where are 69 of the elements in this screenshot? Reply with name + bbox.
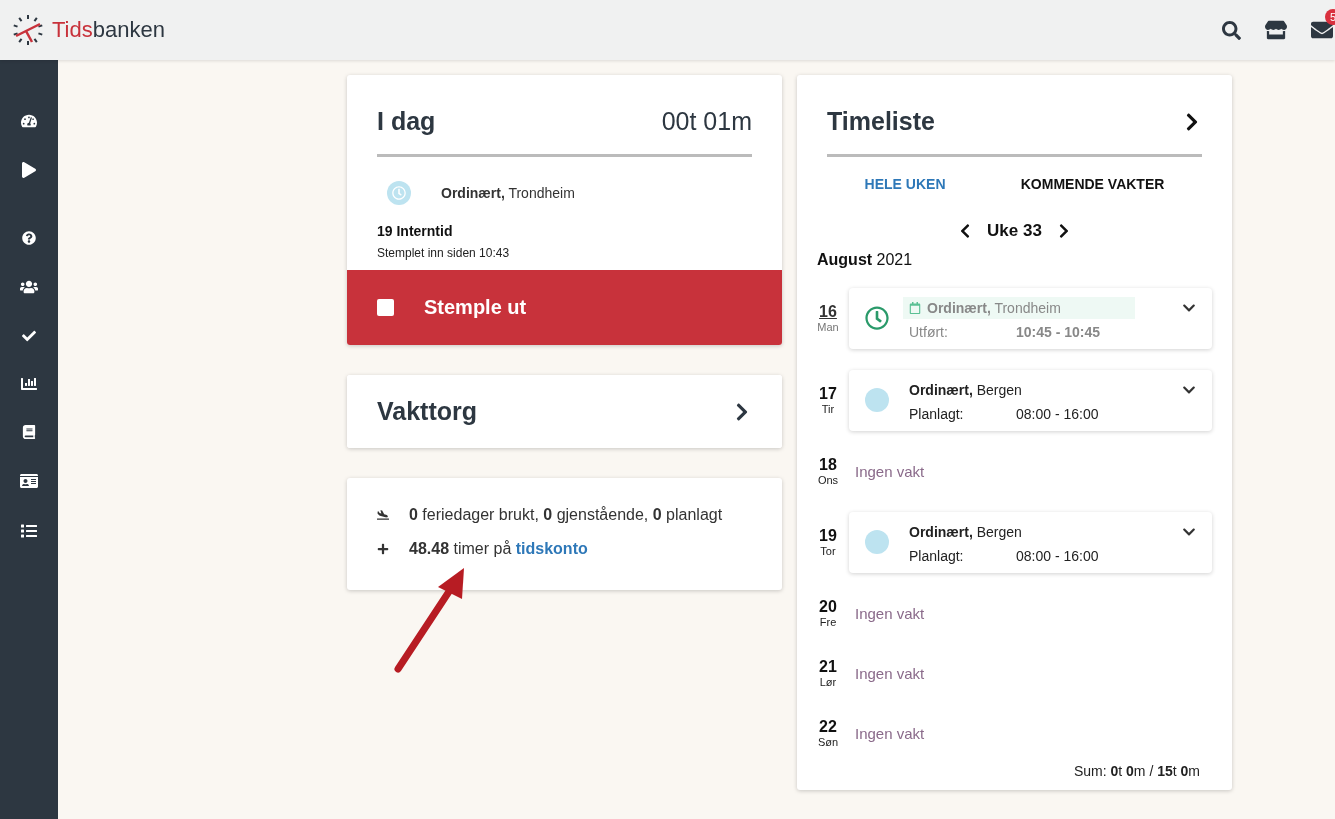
weekday: Søn — [817, 736, 839, 748]
shift-label: Utført: — [909, 323, 949, 340]
shift-label: Planlagt: — [909, 547, 965, 564]
bar-chart-icon[interactable] — [21, 376, 37, 392]
no-shift-text: Ingen vakt — [854, 724, 925, 742]
search-icon[interactable] — [1222, 20, 1241, 40]
status-circle-icon — [387, 181, 411, 205]
day-number: 22 — [819, 718, 837, 736]
mail-icon[interactable] — [1311, 19, 1333, 41]
month-label: August 2021 — [817, 251, 913, 268]
no-shift-text: Ingen vakt — [854, 604, 925, 622]
plane-landing-icon — [377, 508, 389, 522]
id-card-icon[interactable] — [20, 472, 38, 490]
weekday: Ons — [817, 474, 839, 486]
weekday: Fre — [819, 616, 837, 628]
shift-card[interactable]: Ordinært, Bergen Planlagt: 08:00 - 16:00 — [849, 511, 1212, 573]
logo-icon — [12, 14, 44, 46]
shift-label: Planlagt: — [909, 405, 965, 422]
shift-name: Ordinært, Trondheim — [903, 296, 1135, 319]
plus-icon — [377, 543, 389, 555]
notification-badge: 5 — [1325, 9, 1335, 25]
day-number: 20 — [819, 598, 837, 616]
weekday: Man — [817, 321, 839, 333]
dashboard-icon[interactable] — [21, 113, 37, 129]
shift-name: Ordinært, Bergen — [908, 380, 1023, 400]
vacation-summary: 0 feriedager brukt, 0 gjenstående, 0 planlagt — [409, 506, 723, 524]
hours-summary: 48.48 timer på tidskonto — [409, 540, 588, 558]
tab[interactable]: HELE UKEN — [858, 175, 952, 193]
book-icon[interactable] — [22, 425, 36, 439]
weekday: Lør — [819, 676, 837, 688]
day-number: 17 — [819, 385, 837, 403]
shift-name: Ordinært, Bergen — [908, 522, 1023, 542]
clock-icon — [865, 306, 889, 330]
check-icon[interactable] — [22, 329, 36, 343]
help-icon[interactable] — [22, 231, 36, 245]
task-name: 19 Interntid — [376, 222, 454, 239]
clock-in-time: Stemplet inn siden 10:43 — [376, 245, 511, 262]
status-circle-icon — [865, 530, 889, 554]
shift-card[interactable]: Ordinært, Trondheim Utført: 10:45 - 10:45 — [849, 287, 1212, 349]
no-shift-text: Ingen vakt — [854, 664, 925, 682]
list-icon[interactable] — [21, 523, 37, 539]
clock-out-button[interactable]: Stemple ut — [347, 270, 782, 345]
shift-time: 08:00 - 16:00 — [1016, 405, 1099, 422]
shift-market-link[interactable]: Vakttorg — [347, 375, 782, 448]
calendar-icon — [909, 301, 921, 314]
week-label: Uke 33 — [987, 221, 1042, 241]
day-number: 19 — [819, 527, 837, 545]
time-account-link[interactable]: tidskonto — [515, 540, 588, 557]
store-icon[interactable] — [1265, 19, 1287, 41]
day-number: 16 — [819, 303, 837, 321]
sum-total: Sum: 0t 0m / 15t 0m — [1073, 763, 1200, 779]
card-title: I dag — [377, 107, 436, 136]
logo-text: Tidsbanken — [52, 17, 165, 43]
users-icon[interactable] — [20, 278, 38, 296]
card-title: Timeliste — [827, 107, 935, 136]
shift-time: 08:00 - 16:00 — [1016, 547, 1099, 564]
day-number: 18 — [819, 456, 837, 474]
day-number: 21 — [819, 658, 837, 676]
stop-icon — [377, 299, 394, 316]
weekday: Tor — [820, 545, 836, 557]
weekday: Tir — [821, 403, 835, 415]
play-icon[interactable] — [21, 162, 37, 178]
shift-time: 10:45 - 10:45 — [1016, 323, 1101, 340]
shift-card[interactable]: Ordinært, Bergen Planlagt: 08:00 - 16:00 — [849, 369, 1212, 431]
shift-name: Ordinært, Trondheim — [441, 185, 575, 201]
no-shift-text: Ingen vakt — [854, 462, 925, 480]
tab[interactable]: KOMMENDE VAKTER — [1014, 175, 1171, 193]
duration: 00t 01m — [661, 107, 752, 136]
status-circle-icon — [865, 388, 889, 412]
